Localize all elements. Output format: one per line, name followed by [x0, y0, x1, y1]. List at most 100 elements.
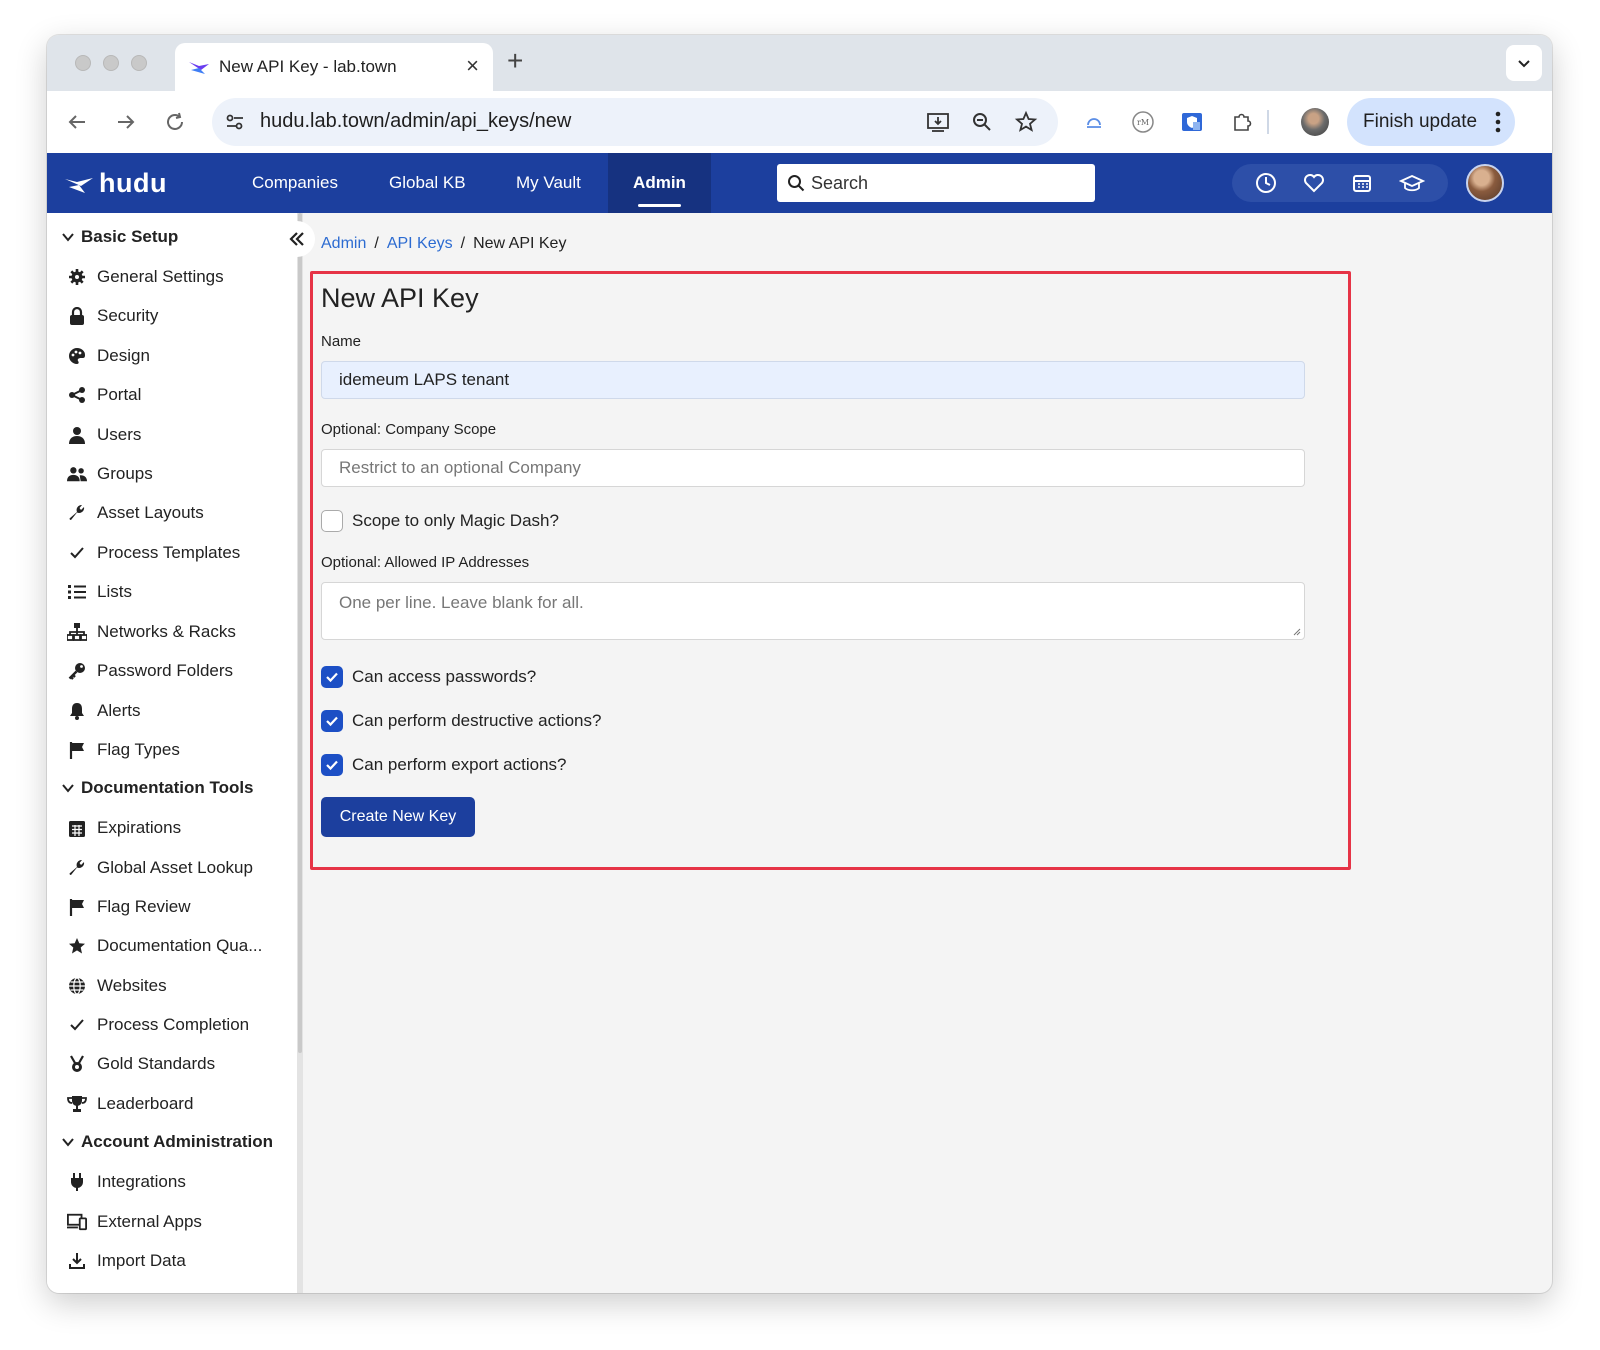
sidebar-item-flag-review[interactable]: Flag Review [67, 894, 191, 920]
tab-close-icon[interactable]: × [466, 53, 479, 79]
sidebar-item-process-templates[interactable]: Process Templates [67, 540, 240, 566]
search-input[interactable]: Search [777, 164, 1095, 202]
graduation-cap-icon[interactable] [1399, 172, 1425, 194]
can-perform-destructive-checkbox[interactable] [321, 710, 343, 732]
minimize-window-button[interactable] [103, 55, 119, 71]
gear-icon [69, 269, 85, 285]
sidebar-item-users[interactable]: Users [67, 422, 141, 448]
sidebar-item-label: Networks & Racks [97, 622, 236, 641]
sidebar-item-networks-racks[interactable]: Networks & Racks [67, 619, 236, 645]
check-icon [70, 547, 84, 559]
sidebar-item-lists[interactable]: Lists [67, 579, 132, 605]
sidebar-item-gold-standards[interactable]: Gold Standards [67, 1051, 215, 1077]
sidebar-item-alerts[interactable]: Alerts [67, 698, 140, 724]
sidebar-item-label: Groups [97, 464, 153, 483]
close-window-button[interactable] [75, 55, 91, 71]
hudu-logo[interactable]: hudu [63, 167, 167, 199]
sidebar-item-asset-layouts[interactable]: Asset Layouts [67, 500, 204, 526]
sidebar-item-label: Users [97, 425, 142, 444]
permission-destructive-row: Can perform destructive actions? [321, 709, 601, 733]
create-new-key-button[interactable]: Create New Key [321, 797, 475, 837]
sidebar-scrollbar-thumb[interactable] [298, 213, 302, 1053]
sidebar-item-label: Password Folders [97, 661, 234, 680]
share-icon [69, 387, 85, 403]
sidebar-item-label: Expirations [97, 818, 182, 837]
can-perform-destructive-label: Can perform destructive actions? [352, 711, 602, 730]
sidebar-item-process-completion[interactable]: Process Completion [67, 1012, 249, 1038]
user-avatar[interactable] [1466, 164, 1504, 202]
reload-button[interactable] [162, 109, 188, 135]
sidebar-item-design[interactable]: Design [67, 343, 150, 369]
magic-dash-checkbox[interactable] [321, 510, 343, 532]
section-account-administration[interactable]: Account Administration [61, 1130, 273, 1154]
install-app-icon[interactable] [926, 110, 950, 134]
extensions-puzzle-icon[interactable] [1229, 109, 1255, 135]
plug-icon [71, 1173, 83, 1191]
nav-admin[interactable]: Admin [608, 153, 711, 213]
site-info-icon[interactable] [224, 111, 246, 133]
extension-cloud-icon[interactable] [1081, 109, 1107, 135]
breadcrumb-api-keys[interactable]: API Keys [387, 235, 453, 253]
profile-avatar[interactable] [1301, 108, 1329, 136]
nav-global-kb[interactable]: Global KB [389, 153, 466, 213]
chevron-down-icon [62, 1138, 74, 1147]
section-basic-setup[interactable]: Basic Setup [61, 225, 178, 249]
medal-icon [70, 1055, 84, 1072]
new-tab-button[interactable]: + [507, 47, 523, 75]
sidebar-item-external-apps[interactable]: External Apps [67, 1209, 202, 1235]
breadcrumb-current: New API Key [473, 235, 567, 252]
address-bar[interactable]: hudu.lab.town/admin/api_keys/new [212, 98, 1058, 146]
sidebar-item-groups[interactable]: Groups [67, 461, 153, 487]
collapse-sidebar-button[interactable] [279, 221, 315, 257]
sidebar-item-label: Flag Review [97, 897, 191, 916]
can-perform-export-checkbox[interactable] [321, 754, 343, 776]
wrench-icon [69, 504, 85, 520]
extension-rm-icon[interactable]: rM [1130, 109, 1156, 135]
sidebar-item-password-folders[interactable]: Password Folders [67, 658, 233, 684]
zoom-window-button[interactable] [131, 55, 147, 71]
calendar-icon[interactable] [1351, 172, 1373, 194]
extension-shield-icon[interactable] [1179, 109, 1205, 135]
bell-icon [70, 703, 84, 720]
sidebar-item-expirations[interactable]: Expirations [67, 815, 181, 841]
ip-addresses-textarea[interactable]: One per line. Leave blank for all. [321, 582, 1305, 640]
name-input[interactable]: idemeum LAPS tenant [321, 361, 1305, 399]
sidebar-item-leaderboard[interactable]: Leaderboard [67, 1091, 193, 1117]
sidebar-item-integrations[interactable]: Integrations [67, 1169, 186, 1195]
back-button[interactable] [64, 109, 90, 135]
company-scope-select[interactable]: Restrict to an optional Company [321, 449, 1305, 487]
sidebar-item-global-asset-lookup[interactable]: Global Asset Lookup [67, 855, 253, 881]
chevron-down-icon [1518, 60, 1530, 68]
sidebar-item-label: Asset Layouts [97, 503, 204, 522]
sidebar-item-label: Security [97, 306, 159, 325]
sidebar-scrollbar[interactable] [297, 213, 303, 1293]
sidebar-item-import-data[interactable]: Import Data [67, 1248, 186, 1274]
clock-icon[interactable] [1255, 172, 1277, 194]
checkmark-icon [326, 760, 338, 771]
section-documentation-tools[interactable]: Documentation Tools [61, 776, 254, 800]
can-access-passwords-checkbox[interactable] [321, 666, 343, 688]
bookmark-star-icon[interactable] [1014, 110, 1038, 134]
forward-button[interactable] [113, 109, 139, 135]
search-placeholder: Search [811, 172, 869, 193]
sidebar-item-flag-types[interactable]: Flag Types [67, 737, 180, 763]
browser-tab[interactable]: New API Key - lab.town × [175, 43, 493, 91]
ip-addresses-placeholder: One per line. Leave blank for all. [339, 593, 584, 612]
nav-companies[interactable]: Companies [252, 153, 338, 213]
resize-grip-icon[interactable] [1291, 626, 1301, 636]
import-icon [69, 1253, 85, 1269]
sidebar-item-general-settings[interactable]: General Settings [67, 264, 224, 290]
sidebar-item-security[interactable]: Security [67, 303, 158, 329]
back-arrow-icon [68, 115, 85, 129]
sidebar-item-websites[interactable]: Websites [67, 973, 167, 999]
nav-my-vault[interactable]: My Vault [516, 153, 581, 213]
trophy-icon [67, 1096, 87, 1112]
finish-update-button[interactable]: Finish update [1347, 98, 1515, 146]
zoom-icon[interactable] [970, 110, 994, 134]
sidebar-item-portal[interactable]: Portal [67, 382, 141, 408]
tab-search-button[interactable] [1506, 45, 1542, 81]
breadcrumb-admin[interactable]: Admin [321, 235, 366, 253]
breadcrumb-separator: / [374, 235, 379, 252]
sidebar-item-documentation-quality[interactable]: Documentation Qua... [67, 933, 262, 959]
heart-icon[interactable] [1303, 172, 1325, 194]
